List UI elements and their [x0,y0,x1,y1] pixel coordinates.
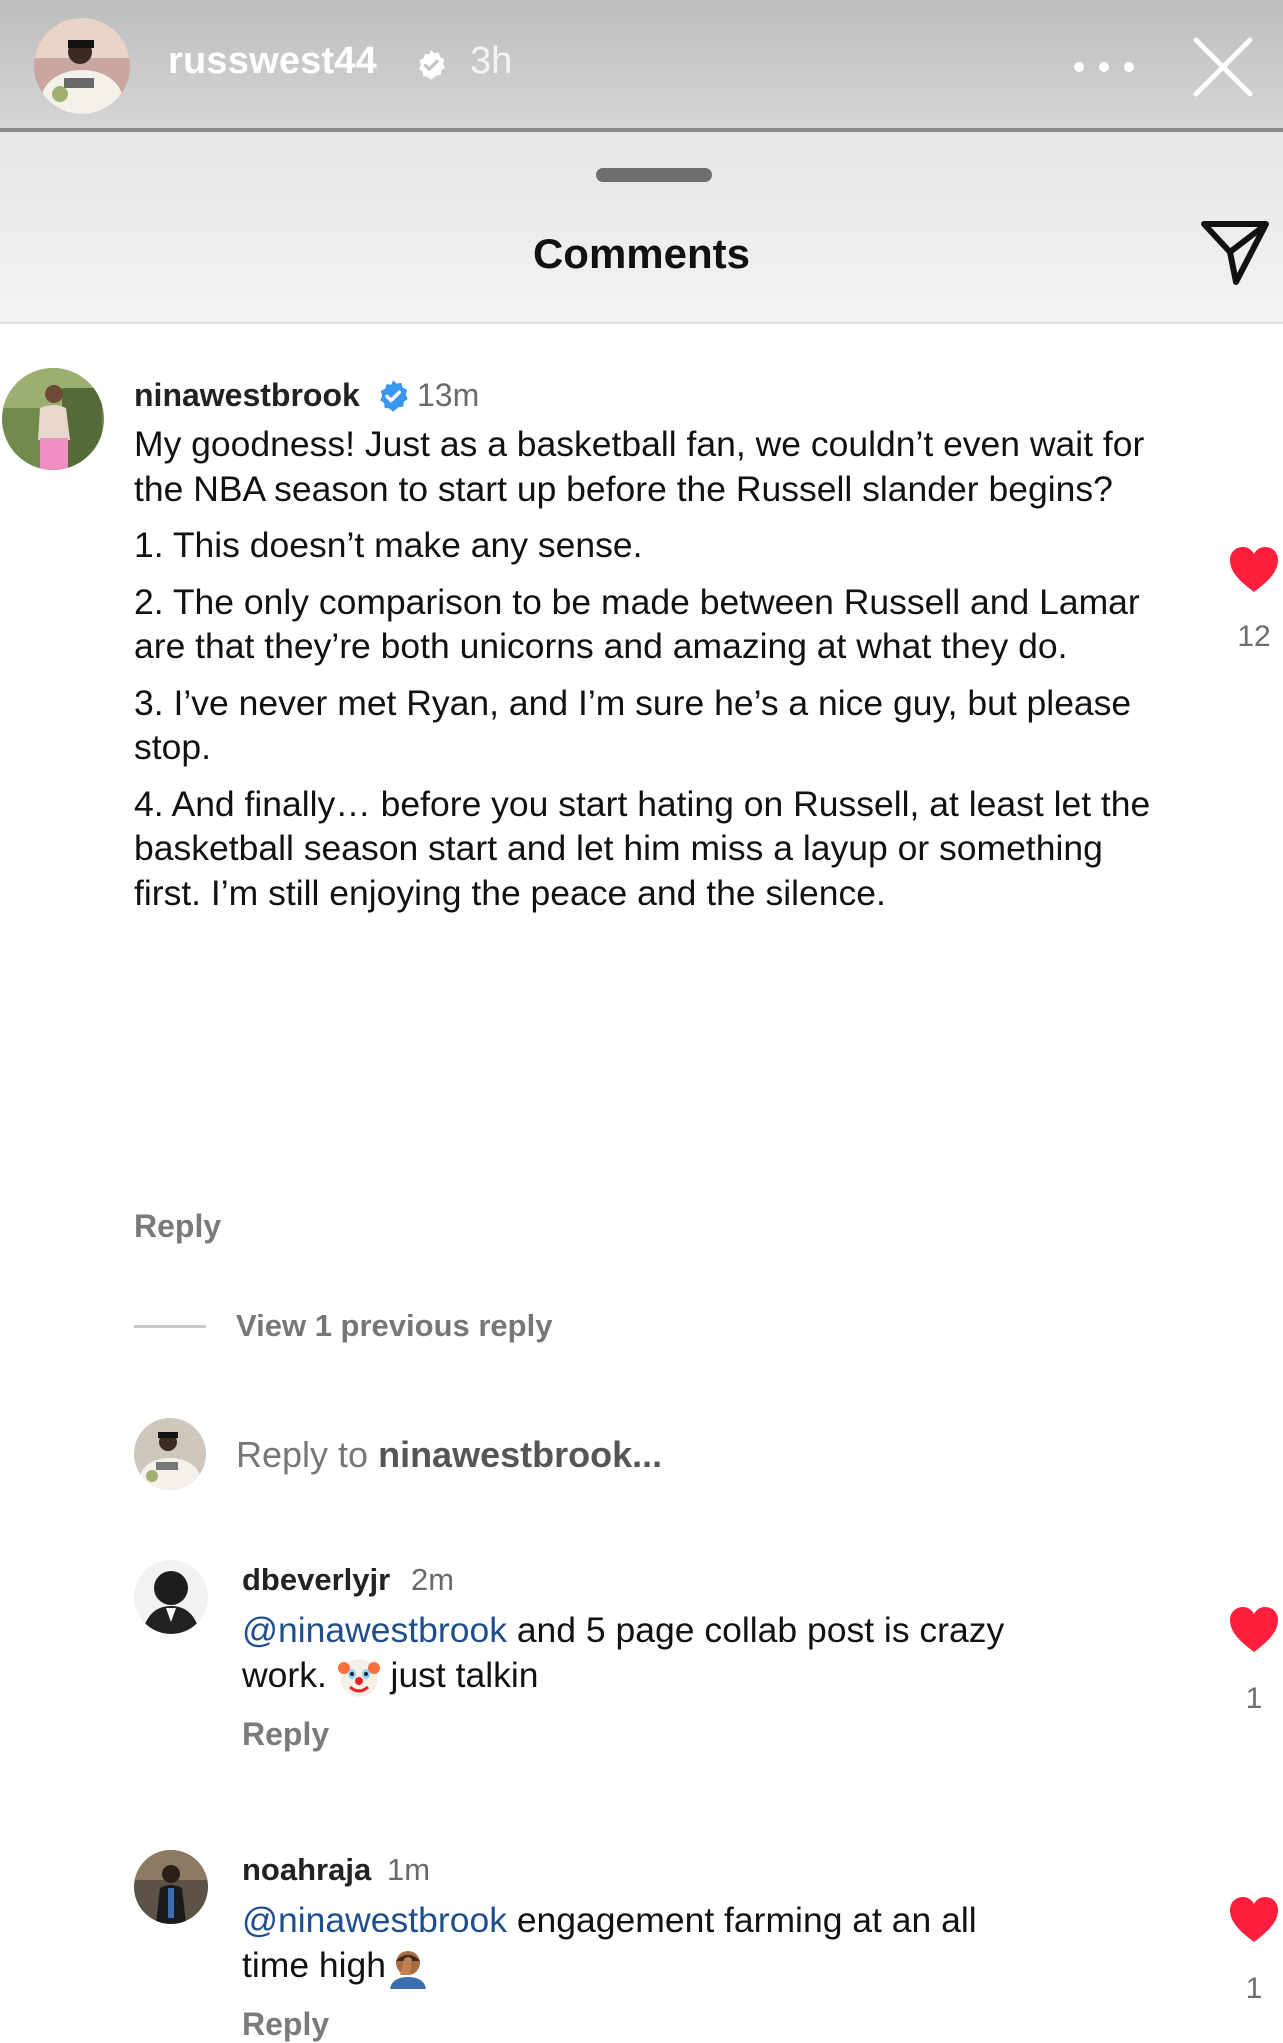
comment-paragraph: 4. And finally… before you start hating … [134,783,1151,913]
mention-link[interactable]: @ninawestbrook [242,1900,507,1940]
comment-username[interactable]: noahraja [242,1852,371,1888]
facepalm-emoji-icon [390,1951,427,1990]
reply-input-target: ninawestbrook... [378,1434,663,1475]
view-previous-replies[interactable]: View 1 previous reply [134,1304,552,1348]
comment-time: 13m [417,377,480,413]
comment-text: just talkin [380,1654,539,1695]
comment-username[interactable]: dbeverlyjr [242,1562,390,1598]
comment-text: time high [242,1944,387,1985]
comment-paragraph: My goodness! Just as a basketball fan, w… [134,424,1145,509]
comment-paragraph: 1. This doesn’t make any sense. [134,525,643,565]
heart-icon[interactable] [1228,1896,1280,1944]
reply-input-prefix: Reply to [236,1434,379,1475]
comment-body: @ninawestbrook engagement farming at an … [242,1898,1202,1990]
story-username[interactable]: russwest44 [168,40,377,83]
more-options-icon[interactable] [1074,52,1134,82]
sheet-title: Comments [532,230,751,277]
story-time: 3h [470,40,513,82]
comment-paragraph: 3. I’ve never met Ryan, and I’m sure he’… [134,682,1132,768]
reply-input[interactable]: Reply to ninawestbrook... [236,1434,662,1476]
reply-button[interactable]: Reply [242,1716,329,1753]
close-icon[interactable] [1190,34,1256,100]
sheet-header: Comments [0,132,1283,324]
comments-sheet: Comments ninawestbrook 13m My goodness! … [0,132,1283,2042]
comment-text: engagement farming at an all [506,1900,977,1940]
comment-text: work. [242,1654,337,1695]
view-replies-label: View 1 previous reply [236,1308,553,1343]
comment-username[interactable]: ninawestbrook [134,377,360,414]
drag-handle[interactable] [596,168,712,182]
avatar[interactable] [134,1560,208,1634]
clown-face-emoji-icon [337,1659,380,1698]
comment-body: @ninawestbrook and 5 page collab post is… [242,1608,1202,1699]
comment-text: and 5 page collab post is crazy [506,1610,1005,1650]
like-count: 1 [1245,1972,1263,2005]
mention-link[interactable]: @ninawestbrook [242,1610,507,1650]
like-count: 12 [1237,620,1271,653]
send-icon[interactable] [1198,216,1272,288]
divider [134,1324,206,1328]
verified-badge-icon [418,50,445,80]
comment-time: 2m [411,1562,455,1597]
heart-icon[interactable] [1228,1606,1280,1654]
avatar[interactable] [2,368,104,470]
reply-button[interactable]: Reply [134,1208,221,1245]
verified-badge-icon [380,380,408,412]
avatar[interactable] [134,1850,208,1924]
story-avatar[interactable] [34,18,130,114]
heart-icon[interactable] [1228,546,1280,594]
comment-body: My goodness! Just as a basketball fan, w… [134,422,1164,915]
like-count: 1 [1245,1682,1263,1715]
reply-button[interactable]: Reply [242,2006,329,2043]
comment-paragraph: 2. The only comparison to be made betwee… [134,581,1140,667]
comment-time: 1m [387,1852,431,1887]
avatar [134,1418,206,1490]
story-header: russwest44 3h [0,0,1283,132]
